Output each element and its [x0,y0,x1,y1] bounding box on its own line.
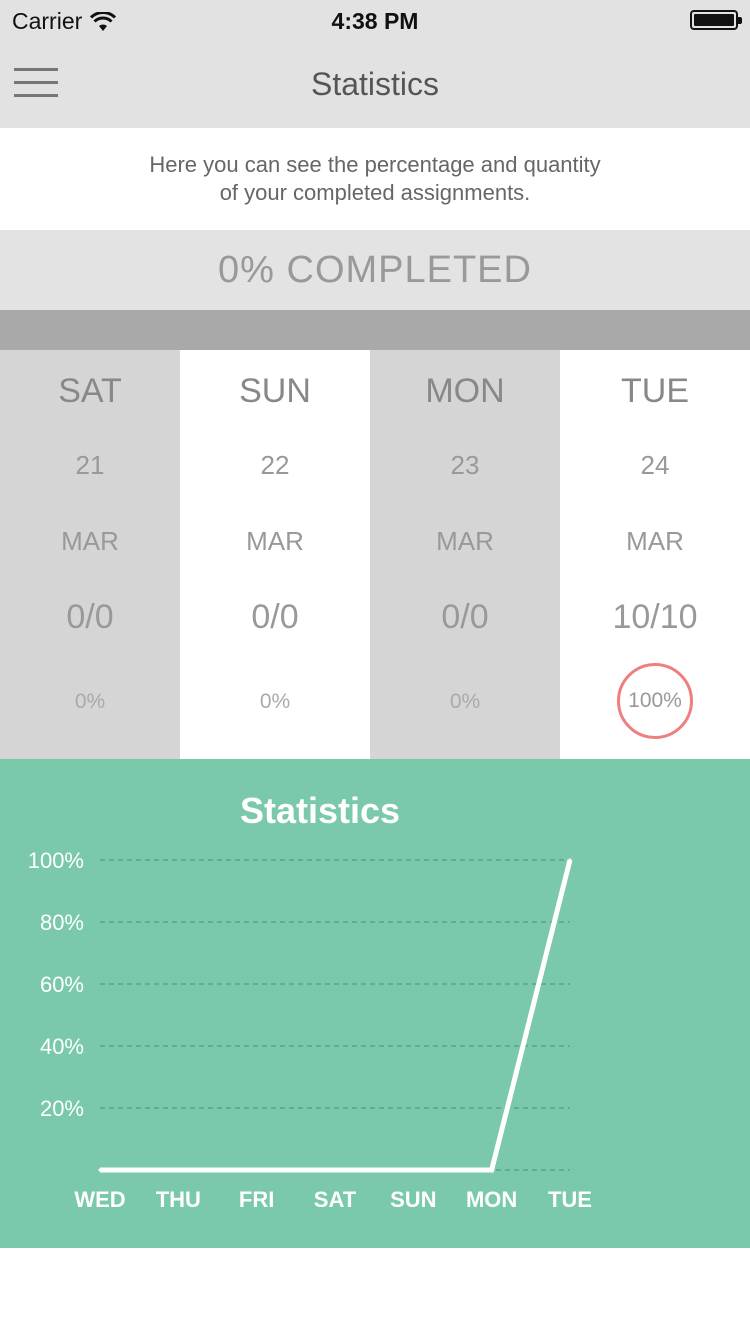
day-percent: 0% [74,690,106,713]
status-time: 4:38 PM [331,8,419,34]
day-quantity: 10/10 [612,598,698,636]
day-percent-highlight: 100% [617,663,693,739]
x-tick-label: FRI [239,1187,274,1212]
day-date: 22 [260,450,290,480]
x-tick-label: WED [74,1187,125,1212]
completed-summary: 0% COMPLETED [0,230,750,310]
day-column-tue[interactable]: TUE 24 MAR 10/10 100% [560,350,750,759]
day-percent: 0% [449,690,481,713]
day-month: MAR [246,526,304,556]
day-name: TUE [621,372,689,410]
day-date: 24 [640,450,670,480]
x-tick-label: THU [156,1187,201,1212]
section-divider [0,310,750,350]
chart-title: Statistics [240,790,400,831]
x-tick-label: MON [466,1187,517,1212]
intro-text: Here you can see the percentage and quan… [115,151,635,207]
day-month: MAR [61,526,119,556]
series-line [100,859,573,1173]
day-quantity: 0/0 [441,598,489,636]
day-date: 21 [75,450,105,480]
day-columns: SAT 21 MAR 0/0 0% SUN 22 MAR 0/0 0% MON … [0,350,750,759]
y-tick-label: 100% [28,848,84,873]
data-point [98,1168,102,1172]
x-tick-label: SAT [314,1187,357,1212]
day-column-mon[interactable]: MON 23 MAR 0/0 0% [370,350,560,759]
page-title: Statistics [310,66,440,102]
data-point [255,1168,259,1172]
battery-icon [690,10,742,30]
statistics-chart-panel: Statistics 100% 80% 60% 40% 20% WED THU FRI SAT SU… [0,759,750,1248]
statistics-line-chart: Statistics 100% 80% 60% 40% 20% WED THU FRI SAT SU… [28,790,592,1212]
day-name: SUN [239,372,311,410]
x-tick-label: SUN [390,1187,436,1212]
y-tick-label: 80% [40,910,84,935]
day-month: MAR [436,526,494,556]
day-percent: 0% [259,690,291,713]
day-quantity: 0/0 [251,598,299,636]
intro-line-2: of your completed assignments. [219,180,531,205]
x-tick-label: TUE [548,1187,592,1212]
data-point [333,1168,337,1172]
day-name: SAT [58,372,122,410]
y-tick-label: 40% [40,1034,84,1059]
day-name: MON [425,372,505,410]
top-bar: Carrier 4:38 PM Statistics [0,0,750,128]
day-month: MAR [626,526,684,556]
y-tick-label: 60% [40,972,84,997]
data-point [490,1168,494,1172]
day-date: 23 [450,450,480,480]
data-point [176,1168,180,1172]
day-quantity: 0/0 [66,598,114,636]
y-tick-label: 20% [40,1096,84,1121]
day-column-sat[interactable]: SAT 21 MAR 0/0 0% [0,350,180,759]
data-point [411,1168,415,1172]
day-column-sun[interactable]: SUN 22 MAR 0/0 0% [180,350,370,759]
intro-line-1: Here you can see the percentage and quan… [149,152,601,177]
data-point [568,858,572,862]
intro-section: Here you can see the percentage and quan… [0,128,750,230]
status-bar: Carrier 4:38 PM [0,0,750,40]
